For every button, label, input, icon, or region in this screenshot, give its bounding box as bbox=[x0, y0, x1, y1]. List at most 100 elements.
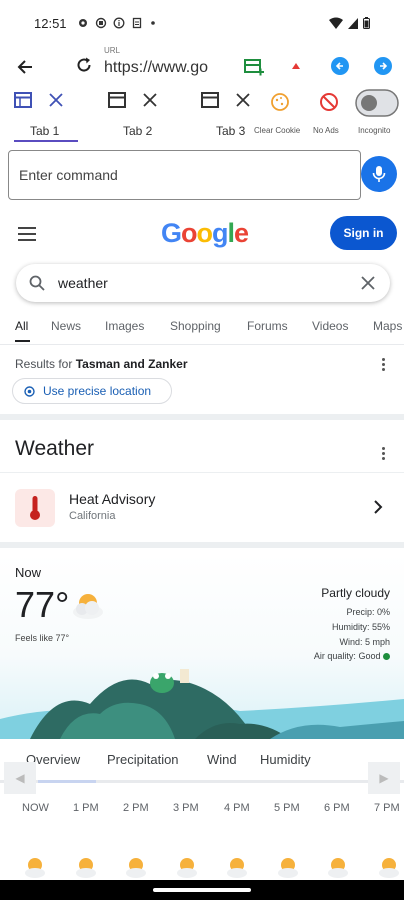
advisory-title: Heat Advisory bbox=[69, 491, 156, 507]
hourly-tab-precipitation[interactable]: Precipitation bbox=[107, 752, 179, 767]
sign-in-button[interactable]: Sign in bbox=[330, 216, 397, 250]
tab-1[interactable]: Tab 1 bbox=[30, 124, 59, 138]
refresh-icon bbox=[77, 57, 91, 72]
chevron-right-icon bbox=[374, 500, 383, 514]
nav-back-button[interactable] bbox=[330, 56, 350, 76]
url-label: URL bbox=[104, 46, 121, 55]
tab-3[interactable]: Tab 3 bbox=[216, 124, 245, 138]
search-box[interactable]: weather bbox=[16, 264, 390, 302]
partly-cloudy-icon bbox=[73, 594, 103, 619]
advisory-region: California bbox=[69, 510, 116, 522]
reload-button[interactable] bbox=[71, 52, 97, 78]
info-notification-icon bbox=[113, 17, 124, 29]
wifi-icon bbox=[329, 17, 343, 29]
sync-notification-icon bbox=[95, 17, 106, 29]
filter-tab-all[interactable]: All bbox=[15, 319, 28, 333]
close-tab-3-button[interactable] bbox=[232, 89, 254, 111]
hourly-icons bbox=[0, 856, 404, 880]
dot-notification-icon bbox=[150, 21, 155, 25]
hourly-tab-humidity[interactable]: Humidity bbox=[260, 752, 311, 767]
clear-search-icon[interactable] bbox=[361, 276, 375, 290]
browser-tab-icon bbox=[14, 92, 32, 108]
hour-label: 5 PM bbox=[274, 802, 300, 814]
scroll-right-button[interactable]: ▶ bbox=[368, 762, 400, 794]
hour-label: 6 PM bbox=[324, 802, 350, 814]
scroll-left-button[interactable]: ◀ bbox=[4, 762, 36, 794]
close-tab-2-button[interactable] bbox=[139, 89, 161, 111]
command-input[interactable]: Enter command bbox=[8, 150, 361, 200]
active-tab-indicator bbox=[14, 140, 78, 142]
logo-letter: g bbox=[212, 218, 228, 248]
browser-tab-icon bbox=[201, 92, 219, 108]
heat-advisory-card[interactable]: Heat Advisory California bbox=[0, 472, 404, 542]
incognito-label: Incognito bbox=[358, 126, 391, 135]
precise-location-label: Use precise location bbox=[43, 384, 152, 398]
search-query[interactable]: weather bbox=[58, 275, 108, 291]
humidity-stat: Humidity: 55% bbox=[331, 622, 390, 632]
status-bar: 12:51 bbox=[0, 0, 404, 46]
partly-cloudy-icon bbox=[177, 858, 197, 878]
url-value[interactable]: https://www.google.com/search?q=weather bbox=[104, 59, 208, 77]
precise-location-button[interactable]: Use precise location bbox=[12, 378, 172, 404]
url-field[interactable]: URL https://www.google.com/search?q=weat… bbox=[104, 46, 214, 86]
clock: 12:51 bbox=[34, 15, 67, 31]
main-menu-button[interactable] bbox=[18, 227, 36, 245]
tab-1-icon-button[interactable] bbox=[12, 89, 34, 111]
logo-letter: e bbox=[234, 218, 249, 248]
back-button[interactable] bbox=[12, 54, 38, 80]
tab-2[interactable]: Tab 2 bbox=[123, 124, 152, 138]
clear-cookie-label: Clear Cookie bbox=[254, 126, 301, 135]
divider bbox=[0, 344, 404, 345]
hourly-times: NOW 1 PM 2 PM 3 PM 4 PM 5 PM 6 PM 7 PM bbox=[0, 802, 404, 822]
partly-cloudy-icon bbox=[379, 858, 399, 878]
clear-cookie-button[interactable] bbox=[268, 90, 292, 114]
filter-tab-images[interactable]: Images bbox=[105, 319, 144, 333]
feels-like: Feels like 77° bbox=[15, 633, 70, 643]
circle-arrow-right-icon bbox=[374, 57, 392, 75]
home-gesture-handle[interactable] bbox=[153, 888, 251, 892]
partly-cloudy-icon bbox=[328, 858, 348, 878]
weather-scene-illustration bbox=[0, 669, 404, 739]
chevron-left-icon: ◀ bbox=[15, 771, 25, 785]
voice-command-button[interactable] bbox=[361, 156, 397, 192]
weather-options-button[interactable] bbox=[382, 447, 386, 462]
cookie-icon bbox=[271, 93, 289, 111]
tab-strip: Tab 1 Tab 2 Tab 3 Clear Cookie No Ads In… bbox=[0, 86, 404, 144]
no-ads-button[interactable] bbox=[317, 90, 341, 114]
search-icon bbox=[29, 275, 45, 291]
close-tab-1-button[interactable] bbox=[45, 89, 67, 111]
partly-cloudy-icon bbox=[76, 858, 96, 878]
document-notification-icon bbox=[132, 17, 141, 29]
filter-tab-maps[interactable]: Maps bbox=[373, 319, 402, 333]
no-ads-label: No Ads bbox=[313, 126, 339, 135]
signal-icon bbox=[348, 18, 358, 29]
microphone-icon bbox=[372, 166, 386, 182]
nav-forward-button[interactable] bbox=[373, 56, 393, 76]
close-icon bbox=[143, 93, 157, 107]
scroll-up-button[interactable] bbox=[286, 56, 306, 76]
tab-2-icon-button[interactable] bbox=[106, 89, 128, 111]
tab-3-icon-button[interactable] bbox=[199, 89, 221, 111]
filter-tab-shopping[interactable]: Shopping bbox=[170, 319, 221, 333]
filter-tab-news[interactable]: News bbox=[51, 319, 81, 333]
logo-letter: o bbox=[196, 218, 213, 248]
incognito-toggle[interactable] bbox=[354, 88, 400, 118]
weather-title: Weather bbox=[15, 437, 94, 460]
section-separator bbox=[0, 414, 404, 420]
filter-tab-videos[interactable]: Videos bbox=[312, 319, 348, 333]
thermometer-icon bbox=[15, 489, 55, 527]
browser-toolbar: URL https://www.google.com/search?q=weat… bbox=[0, 46, 404, 86]
browser-tab-icon bbox=[108, 92, 126, 108]
filter-tab-forums[interactable]: Forums bbox=[247, 319, 288, 333]
google-logo[interactable]: Google bbox=[161, 218, 249, 249]
current-weather-card: Now 77° Feels like 77° Partly cloudy Pre… bbox=[0, 554, 404, 739]
results-options-button[interactable] bbox=[382, 358, 386, 373]
circle-arrow-left-icon bbox=[331, 57, 349, 75]
add-tab-icon bbox=[244, 59, 264, 76]
hourly-tab-wind[interactable]: Wind bbox=[207, 752, 237, 767]
command-bar: Enter command bbox=[0, 146, 404, 204]
logo-letter: G bbox=[161, 218, 182, 248]
current-temperature: 77° bbox=[15, 584, 70, 625]
add-tab-button[interactable] bbox=[241, 55, 267, 79]
active-filter-indicator bbox=[15, 340, 30, 342]
